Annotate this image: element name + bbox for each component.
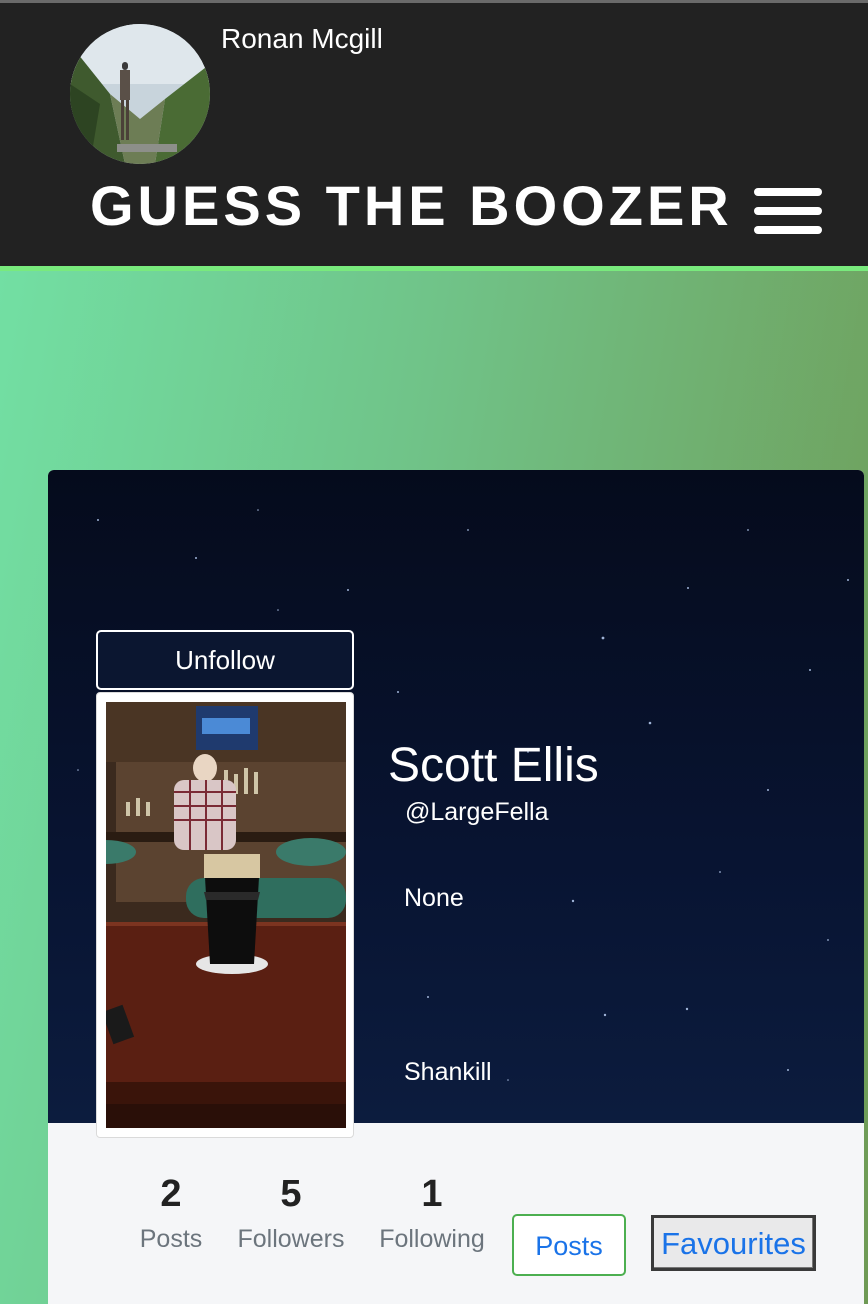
stat-following-count: 1 bbox=[421, 1173, 443, 1215]
unfollow-button[interactable]: Unfollow bbox=[96, 630, 354, 690]
profile-photo[interactable] bbox=[106, 702, 346, 1128]
current-username[interactable]: Ronan Mcgill bbox=[221, 23, 383, 55]
stat-followers-label: Followers bbox=[237, 1225, 345, 1253]
profile-photo-frame bbox=[96, 692, 354, 1138]
menu-bar bbox=[754, 188, 822, 196]
stat-following-label: Following bbox=[379, 1225, 485, 1253]
menu-bar bbox=[754, 207, 822, 215]
navbar: Ronan Mcgill GUESS THE BOOZER bbox=[0, 3, 868, 271]
stat-posts-label: Posts bbox=[139, 1225, 203, 1253]
tab-posts[interactable]: Posts bbox=[512, 1214, 626, 1276]
profile-card: Unfollow Scott Ellis @LargeFella None Sh… bbox=[48, 470, 864, 1304]
avatar[interactable] bbox=[70, 24, 210, 164]
profile-bio: None bbox=[404, 884, 464, 912]
profile-location: Shankill bbox=[404, 1058, 492, 1086]
stat-posts: 2 Posts bbox=[136, 1172, 206, 1256]
menu-bar bbox=[754, 226, 822, 234]
stat-followers-count: 5 bbox=[280, 1173, 302, 1215]
hamburger-menu-icon[interactable] bbox=[754, 188, 822, 236]
profile-handle: @LargeFella bbox=[405, 798, 549, 826]
avatar-image bbox=[70, 24, 210, 164]
profile-name: Scott Ellis bbox=[388, 739, 599, 792]
stat-followers: 5 Followers bbox=[234, 1172, 348, 1256]
stat-following: 1 Following bbox=[376, 1172, 488, 1256]
brand-title[interactable]: GUESS THE BOOZER bbox=[90, 173, 733, 238]
tab-favourites[interactable]: Favourites bbox=[651, 1215, 816, 1271]
stat-posts-count: 2 bbox=[160, 1173, 182, 1215]
